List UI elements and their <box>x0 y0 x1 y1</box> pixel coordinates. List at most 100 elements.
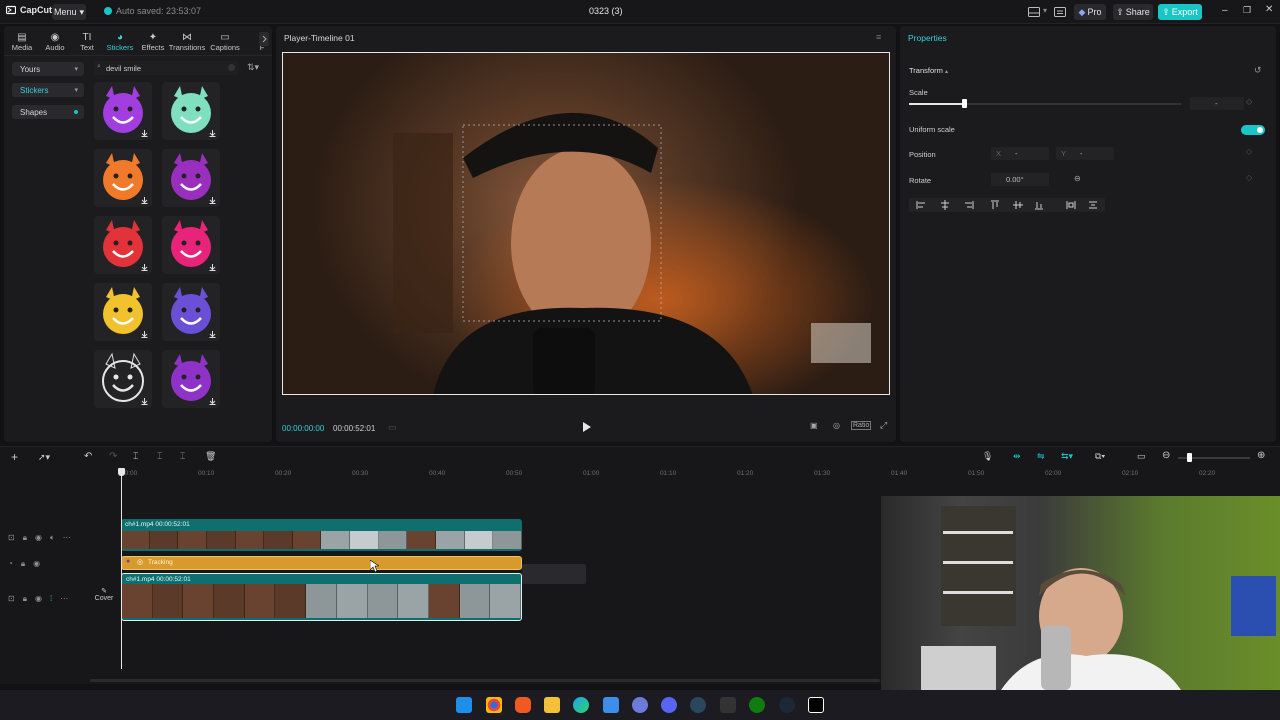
download-icon[interactable] <box>209 264 216 271</box>
align-bottom-icon[interactable] <box>1035 202 1043 210</box>
eye-icon[interactable]: ◉ <box>35 594 42 604</box>
download-icon[interactable] <box>141 264 148 271</box>
reset-icon[interactable]: ↺ <box>1254 65 1262 76</box>
maximize-icon[interactable]: ❐ <box>1243 5 1251 16</box>
caption-icon[interactable]: ▭ <box>1137 451 1146 462</box>
player-menu-icon[interactable]: ≡ <box>876 32 881 42</box>
sidebar-item-stickers[interactable]: Stickers ▾ <box>12 83 84 97</box>
tab-captions[interactable]: ▭ Captions <box>209 28 241 52</box>
align-top-icon[interactable] <box>991 200 999 209</box>
more-icon[interactable]: ⋯ <box>60 594 68 604</box>
audio-icon[interactable]: ⁞ <box>50 594 52 604</box>
more-icon[interactable]: ⋯ <box>63 533 71 543</box>
lock-icon[interactable]: 🔒︎ <box>23 594 27 604</box>
align-left-icon[interactable] <box>916 201 925 209</box>
lock-icon[interactable]: 🔒︎ <box>23 533 27 543</box>
search-input[interactable]: ⌕ devil smile <box>94 61 239 75</box>
distribute-h-icon[interactable] <box>1066 201 1076 209</box>
minimize-icon[interactable]: – <box>1222 5 1228 16</box>
sticker-item[interactable] <box>162 216 220 274</box>
clear-search-icon[interactable] <box>228 64 235 71</box>
sticker-item[interactable] <box>94 283 152 341</box>
epic-games-icon[interactable] <box>720 697 736 713</box>
download-icon[interactable] <box>141 130 148 137</box>
add-track-icon[interactable]: + <box>11 450 18 464</box>
sticker-item[interactable] <box>94 350 152 408</box>
position-x-input[interactable]: X - <box>991 147 1049 160</box>
split-right-icon[interactable]: ⌶ <box>180 451 185 462</box>
scale-slider-track[interactable] <box>909 103 1181 105</box>
shortcuts-icon[interactable] <box>1054 7 1066 17</box>
close-icon[interactable]: ✕ <box>1265 4 1273 15</box>
sticker-item[interactable] <box>162 350 220 408</box>
download-icon[interactable] <box>209 331 216 338</box>
download-icon[interactable] <box>209 398 216 405</box>
timeline-scrollbar[interactable] <box>90 679 880 682</box>
screenshot-icon[interactable]: ◎ <box>833 421 840 430</box>
chrome-icon[interactable] <box>486 697 502 713</box>
download-icon[interactable] <box>209 130 216 137</box>
microphone-icon[interactable]: 🎙 <box>982 451 993 462</box>
sticker-item[interactable] <box>162 149 220 207</box>
store-icon[interactable] <box>603 697 619 713</box>
tab-effects[interactable]: ✦ Effects <box>137 28 169 52</box>
filter-icon[interactable]: ⇅▾ <box>247 62 259 73</box>
tab-transitions[interactable]: ⋈ Transitions <box>169 28 205 52</box>
playhead[interactable] <box>121 469 122 669</box>
linkage-icon[interactable]: ⇆▾ <box>1061 451 1073 462</box>
sticker-clip[interactable]: ● ◎ Tracking <box>121 556 522 570</box>
full-quality-icon[interactable]: ▣ <box>810 421 818 430</box>
select-tool-icon[interactable]: ➚▾ <box>38 452 50 463</box>
video-preview[interactable] <box>282 52 890 395</box>
main-video-clip[interactable]: ch#1.mp4 00:00:52:01 <box>121 573 522 621</box>
layout-chevron-icon[interactable]: ▾ <box>1043 6 1047 15</box>
delete-icon[interactable]: 🗑 <box>205 451 216 462</box>
sidebar-item-yours[interactable]: Yours ▾ <box>12 62 84 76</box>
align-center-v-icon[interactable] <box>1013 201 1023 209</box>
keyframe-icon[interactable]: ◇ <box>1246 97 1252 106</box>
cover-button[interactable]: ✎ Cover <box>91 587 117 611</box>
download-icon[interactable] <box>141 398 148 405</box>
position-y-input[interactable]: Y - <box>1056 147 1114 160</box>
sticker-item[interactable] <box>162 283 220 341</box>
file-explorer-icon[interactable] <box>544 697 560 713</box>
eye-icon[interactable]: ◉ <box>35 533 42 543</box>
sticker-item[interactable] <box>94 149 152 207</box>
split-left-icon[interactable]: ⌶ <box>157 451 162 462</box>
xbox-icon[interactable] <box>749 697 765 713</box>
timecode-mode-icon[interactable]: ▭ <box>388 422 397 433</box>
zoom-in-icon[interactable]: ⊕ <box>1257 450 1265 461</box>
playhead-handle[interactable] <box>118 468 125 476</box>
main-track-magnet-icon[interactable]: ⇹ <box>1013 451 1021 462</box>
rotate-input[interactable]: 0.00° <box>991 173 1049 186</box>
tab-stickers[interactable]: ◕ Stickers <box>104 28 136 52</box>
sidebar-item-shapes[interactable]: Shapes <box>12 105 84 119</box>
uniform-scale-toggle[interactable] <box>1241 125 1265 135</box>
rotate-keyframe-icon[interactable]: ◇ <box>1246 173 1252 182</box>
undo-icon[interactable]: ↶ <box>84 451 92 462</box>
scale-input[interactable]: - <box>1190 97 1244 110</box>
chevron-right-icon[interactable] <box>259 32 269 46</box>
position-keyframe-icon[interactable]: ◇ <box>1246 147 1252 156</box>
overlay-clip[interactable]: ch#1.mp4 00:00:52:01 <box>121 519 522 551</box>
scale-slider-handle[interactable] <box>962 99 967 108</box>
lock-icon[interactable]: 🔒︎ <box>21 559 25 569</box>
capcut-taskbar-icon[interactable] <box>808 697 824 713</box>
transform-section[interactable]: Transform ▴ <box>909 66 948 75</box>
share-button[interactable]: ⇪ Share <box>1113 4 1153 20</box>
download-icon[interactable] <box>141 331 148 338</box>
distribute-v-icon[interactable] <box>1089 201 1097 209</box>
pro-button[interactable]: ◆ Pro <box>1074 4 1106 20</box>
tab-text[interactable]: TI Text <box>71 28 103 52</box>
steam-alt-icon[interactable] <box>779 697 795 713</box>
redo-icon[interactable]: ↷ <box>109 451 117 462</box>
rotate-dial-icon[interactable]: ⊖ <box>1074 174 1081 183</box>
zoom-slider-handle[interactable] <box>1187 453 1192 462</box>
discord-icon[interactable] <box>661 697 677 713</box>
play-icon[interactable] <box>582 422 591 432</box>
eye-icon[interactable]: ◉ <box>33 559 40 569</box>
align-center-h-icon[interactable] <box>941 200 949 210</box>
auto-snapping-icon[interactable]: ⇋ <box>1037 451 1045 462</box>
preview-axis-icon[interactable]: ⧉▾ <box>1095 451 1105 462</box>
tab-media[interactable]: ▤ Media <box>6 28 38 52</box>
